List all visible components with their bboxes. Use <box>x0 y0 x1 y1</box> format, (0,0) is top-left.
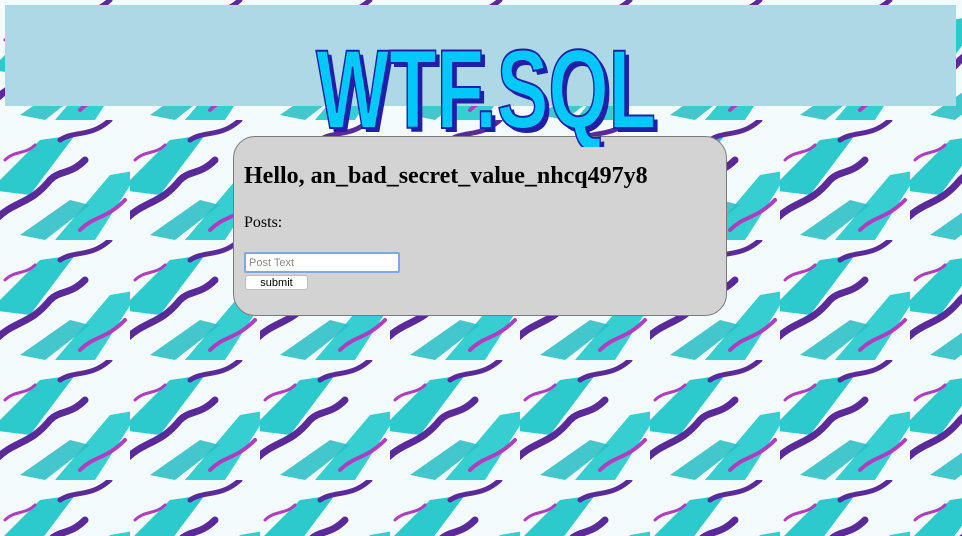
wtf-sql-logo: WTF.SQL WTF.SQL <box>315 26 660 147</box>
posts-label: Posts: <box>244 214 283 231</box>
logo-text: WTF.SQL <box>316 27 656 147</box>
greeting-heading: Hello, an_bad_secret_value_nhcq497y8 <box>244 163 648 189</box>
main-card: Hello, an_bad_secret_value_nhcq497y8 Pos… <box>233 136 727 316</box>
submit-button[interactable]: submit <box>245 275 308 290</box>
post-text-input[interactable] <box>244 252 400 273</box>
